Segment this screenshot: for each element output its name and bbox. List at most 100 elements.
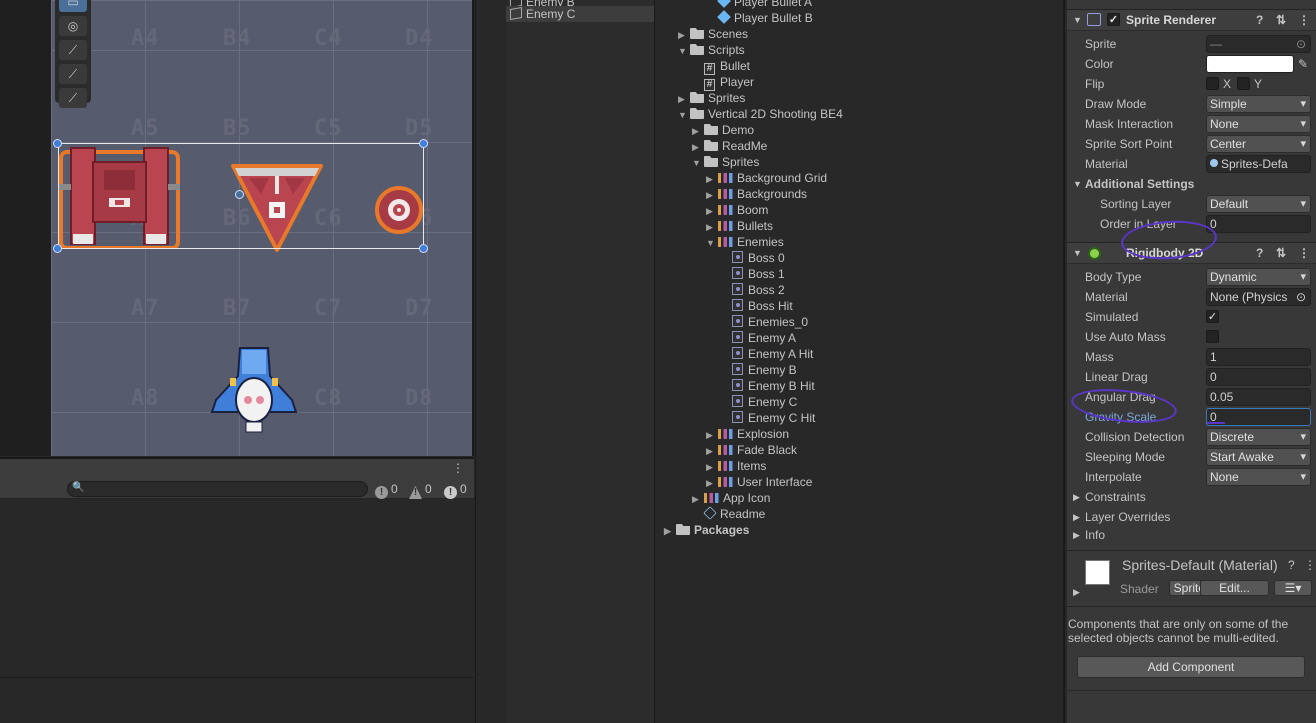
interpolate-dropdown[interactable]: None <box>1206 468 1311 486</box>
physics-material-field[interactable]: None (Physics ⊙ <box>1206 288 1311 306</box>
info-count[interactable]: ! 0 <box>375 481 398 499</box>
foldout-arrow-icon[interactable]: ▶ <box>706 219 718 235</box>
resize-handle-bottom-left[interactable] <box>53 244 62 253</box>
object-picker-icon[interactable]: ⊙ <box>1296 36 1306 52</box>
sprite-field[interactable]: — ⊙ <box>1206 35 1311 53</box>
object-picker-icon[interactable]: ⊙ <box>1295 289 1306 305</box>
project-item[interactable]: ▶ Background Grid <box>706 170 827 186</box>
help-icon[interactable]: ? <box>1288 558 1295 572</box>
rect-tool-icon[interactable]: ▭ <box>59 0 87 12</box>
more-options-icon[interactable]: ⋮ <box>452 461 464 475</box>
project-item[interactable]: # Bullet <box>692 58 750 75</box>
more-options-icon[interactable]: ⋮ <box>1298 243 1310 263</box>
sorting-layer-dropdown[interactable]: Default <box>1206 195 1311 213</box>
draw-mode-dropdown[interactable]: Simple <box>1206 95 1311 113</box>
project-item[interactable]: Enemy A Hit <box>720 346 813 362</box>
project-item[interactable]: ▶ User Interface <box>706 474 812 490</box>
edit-shader-button[interactable]: Edit... <box>1200 580 1269 596</box>
more-options-icon[interactable]: ⋮ <box>1298 10 1310 30</box>
color-swatch[interactable] <box>1206 55 1294 73</box>
sprite-renderer-header[interactable]: ▼ ✓ Sprite Renderer ? ⇅ ⋮ <box>1067 9 1316 31</box>
scene-canvas[interactable]: A4B4C4D4A5B5C5D5A6B6C6D6A7B7C7D7A8B8C8D8 <box>51 0 474 456</box>
info-row[interactable]: ▶ Info <box>1067 525 1316 545</box>
foldout-arrow-icon[interactable]: ▼ <box>1073 10 1082 30</box>
add-component-button[interactable]: Add Component <box>1077 656 1305 678</box>
foldout-arrow-icon[interactable]: ▶ <box>1073 487 1080 507</box>
project-item[interactable]: Enemy C Hit <box>720 410 815 426</box>
project-item[interactable]: Enemy A <box>720 330 796 346</box>
linear-drag-field[interactable]: 0 <box>1206 368 1311 386</box>
foldout-arrow-icon[interactable]: ▶ <box>706 475 718 491</box>
foldout-arrow-icon[interactable]: ▼ <box>692 155 704 171</box>
constraints-row[interactable]: ▶ Constraints <box>1067 487 1316 507</box>
project-item[interactable]: ▼ Sprites <box>692 154 759 170</box>
project-item[interactable]: Boss Hit <box>720 298 793 314</box>
bone-tool-icon[interactable]: ⟋ <box>59 40 87 60</box>
project-item[interactable]: ▶ Scenes <box>678 26 748 42</box>
foldout-arrow-icon[interactable]: ▶ <box>678 27 690 43</box>
resize-handle-bottom-right[interactable] <box>419 244 428 253</box>
project-item[interactable]: Enemy C <box>720 394 797 410</box>
foldout-arrow-icon[interactable]: ▶ <box>692 123 704 139</box>
order-in-layer-field[interactable]: 0 <box>1206 215 1311 233</box>
help-icon[interactable]: ? <box>1256 243 1263 263</box>
project-item[interactable]: ▼ Scripts <box>678 42 745 58</box>
foldout-arrow-icon[interactable]: ▶ <box>692 139 704 155</box>
flip-x-checkbox[interactable] <box>1206 77 1219 90</box>
project-item[interactable]: ▶ Bullets <box>706 218 773 234</box>
bone-tool-icon[interactable]: ⟋ <box>59 88 87 108</box>
project-item[interactable]: ▼ Enemies <box>706 234 784 250</box>
material-field[interactable]: Sprites-Defa <box>1206 155 1311 173</box>
foldout-arrow-icon[interactable]: ▶ <box>706 443 718 459</box>
simulated-checkbox[interactable]: ✓ <box>1206 310 1219 323</box>
flip-y-checkbox[interactable] <box>1237 77 1250 90</box>
pivot-handle[interactable] <box>235 190 244 199</box>
scene-view[interactable]: A4B4C4D4A5B5C5D5A6B6C6D6A7B7C7D7A8B8C8D8 <box>0 0 474 456</box>
error-count[interactable]: ! 0 <box>444 481 467 499</box>
foldout-arrow-icon[interactable]: ▶ <box>706 203 718 219</box>
layer-overrides-row[interactable]: ▶ Layer Overrides <box>1067 507 1316 527</box>
transform-tool-icon[interactable]: ◎ <box>59 16 87 36</box>
bone-tool-icon[interactable]: ⟋ <box>59 64 87 84</box>
project-item[interactable]: Readme <box>692 506 765 522</box>
foldout-arrow-icon[interactable]: ▶ <box>706 171 718 187</box>
project-item[interactable]: # Player <box>692 74 754 91</box>
project-item[interactable]: ▶ Explosion <box>706 426 789 442</box>
project-item[interactable]: Boss 2 <box>720 282 785 298</box>
resize-handle-top-right[interactable] <box>419 139 428 148</box>
project-item[interactable]: ▼ Vertical 2D Shooting BE4 <box>678 106 843 122</box>
project-item[interactable]: Boss 0 <box>720 250 785 266</box>
use-auto-mass-checkbox[interactable] <box>1206 330 1219 343</box>
foldout-arrow-icon[interactable]: ▶ <box>706 187 718 203</box>
console-search-input[interactable]: 🔍 <box>67 481 368 497</box>
project-item[interactable]: Enemies_0 <box>720 314 808 330</box>
additional-settings-row[interactable]: ▼ Additional Settings <box>1067 174 1316 194</box>
project-item[interactable]: ▶ Fade Black <box>706 442 797 458</box>
foldout-arrow-icon[interactable]: ▶ <box>1073 507 1080 527</box>
preset-icon[interactable]: ⇅ <box>1276 10 1286 30</box>
project-item[interactable]: ▶ ReadMe <box>692 138 767 154</box>
component-enabled-checkbox[interactable]: ✓ <box>1107 13 1120 26</box>
foldout-arrow-icon[interactable]: ▶ <box>692 491 704 507</box>
resize-handle-top-left[interactable] <box>53 139 62 148</box>
foldout-arrow-icon[interactable]: ▼ <box>1073 174 1082 194</box>
foldout-arrow-icon[interactable]: ▶ <box>1073 525 1080 545</box>
mass-field[interactable]: 1 <box>1206 348 1311 366</box>
help-icon[interactable]: ? <box>1256 10 1263 30</box>
foldout-arrow-icon[interactable]: ▶ <box>1073 587 1080 598</box>
collision-detection-dropdown[interactable]: Discrete <box>1206 428 1311 446</box>
project-item[interactable]: ▶ Backgrounds <box>706 186 807 202</box>
project-item[interactable]: Player Bullet B <box>706 10 813 26</box>
project-item[interactable]: ▶ App Icon <box>692 490 770 506</box>
project-item[interactable]: ▶ Packages <box>664 522 749 538</box>
foldout-arrow-icon[interactable]: ▼ <box>678 107 690 123</box>
project-item[interactable]: Enemy B <box>720 362 797 378</box>
foldout-arrow-icon[interactable]: ▼ <box>706 235 718 251</box>
foldout-arrow-icon[interactable]: ▶ <box>706 427 718 443</box>
body-type-dropdown[interactable]: Dynamic <box>1206 268 1311 286</box>
foldout-arrow-icon[interactable]: ▶ <box>678 91 690 107</box>
project-item[interactable]: ▶ Sprites <box>678 90 745 106</box>
project-item[interactable]: Boss 1 <box>720 266 785 282</box>
project-item[interactable]: Enemy B Hit <box>720 378 815 394</box>
warning-count[interactable]: ! 0 <box>409 481 432 499</box>
